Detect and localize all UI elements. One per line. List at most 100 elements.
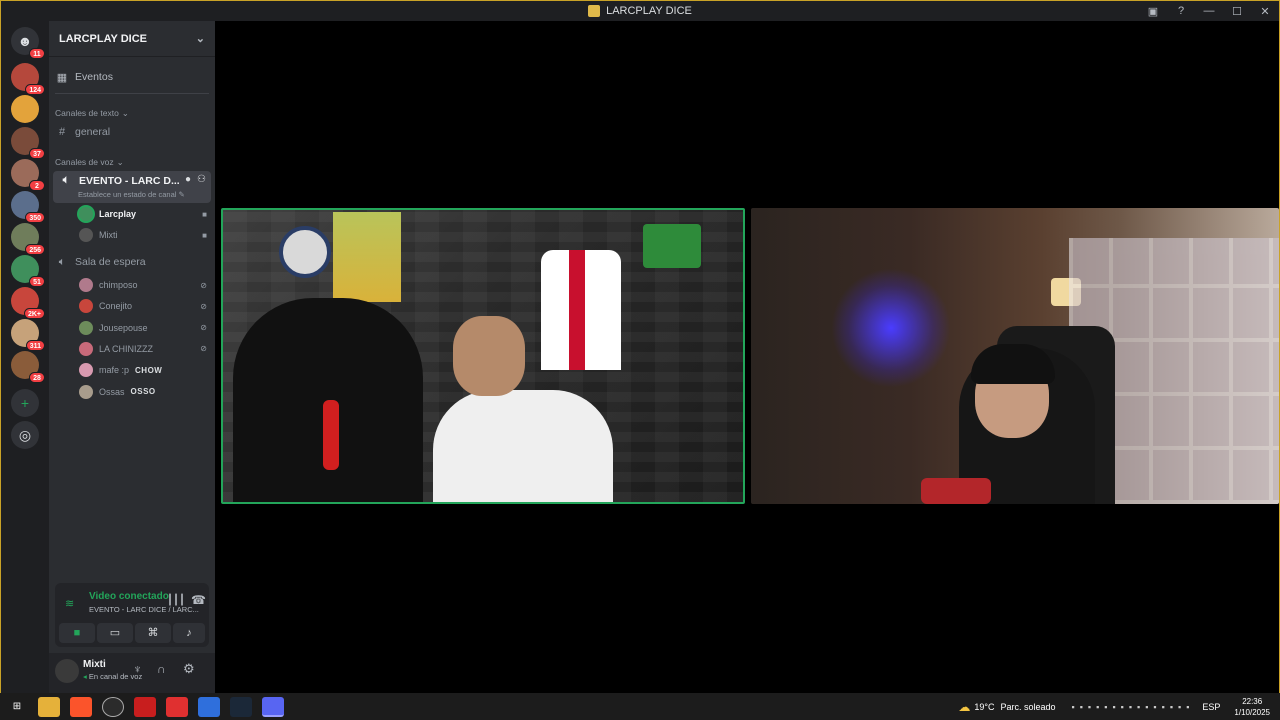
waiting-user[interactable]: Jousepouse ⊘ [79,318,207,338]
events-item[interactable]: ▦ Eventos [55,67,209,87]
person-mixti-hair [971,344,1055,384]
avatar [79,207,93,221]
avatar [79,384,93,399]
voice-user[interactable]: Larcplay ■ [79,204,207,224]
clock[interactable]: 22:36 1/10/2025 [1234,696,1270,718]
add-server-button[interactable]: + [11,389,39,417]
inbox-icon[interactable]: ▣ [1139,5,1167,18]
waiting-user[interactable]: LA CHINIZZZ ⊘ [79,339,207,359]
waiting-user[interactable]: chimposo ⊘ [79,275,207,295]
microphone-icon[interactable]: ♆ [133,662,142,676]
waiting-user-name: chimposo [99,280,138,290]
add-member-icon[interactable]: ⚇ [197,174,206,185]
gamepad-icon: ⌘ [147,627,159,639]
weather-icon[interactable]: ☁ [958,700,970,714]
person-right [433,390,613,502]
windows-start-icon[interactable]: ⊞ [6,697,28,717]
streamlabs-icon[interactable] [166,696,188,717]
channel-name: general [75,126,111,138]
calendar-icon: ▦ [56,71,68,84]
blue-light [831,268,951,388]
app-red-icon[interactable] [134,696,156,717]
file-explorer-icon[interactable] [38,696,60,717]
camera-button[interactable]: ■ [59,623,95,643]
noise-suppression-icon[interactable]: ┃┃┃ [167,595,185,606]
server-icon[interactable]: 37 [11,127,45,159]
mention-badge: 51 [29,276,45,287]
connection-status[interactable]: Video conectado [89,591,169,602]
events-label: Eventos [75,71,113,83]
connection-channel[interactable]: EVENTO - LARC DICE / LARC... [89,605,199,614]
title-bar: LARCPLAY DICE ▣ ? — ☐ ✕ [1,1,1279,21]
avatar [79,278,93,292]
server-icon[interactable]: 2 [11,159,45,191]
steam-icon[interactable] [230,696,252,717]
window-title: LARCPLAY DICE [606,5,692,17]
brave-browser-icon[interactable] [70,696,92,717]
server-icon[interactable] [11,95,39,123]
voice-category-label: Canales de voz [55,157,114,167]
server-icon[interactable]: 311 [11,319,45,351]
muted-mic-icon: ⊘ [200,280,207,290]
mention-badge: 124 [25,84,45,95]
video-tile-mixti[interactable] [751,208,1279,504]
voice-user-name: Larcplay [99,209,137,219]
avatar [79,320,93,335]
waiting-user-name: Jousepouse [99,322,148,333]
waiting-user-name: mafe :p [99,365,130,376]
server-icon[interactable]: 51 [11,255,45,287]
mention-badge: 2 [29,180,45,191]
user-tag: OSSO [130,387,156,396]
discord-app-icon[interactable] [262,696,284,717]
video-camera-icon: ■ [202,230,207,240]
camera-icon: ■ [73,627,81,639]
minimize-button[interactable]: — [1195,5,1223,17]
user-tag: CHOW [135,365,163,375]
video-tile-larcplay[interactable] [221,208,745,504]
screen-share-button[interactable]: ▭ [97,623,133,643]
mention-badge: 350 [25,212,45,223]
channel-general[interactable]: # general [55,122,209,142]
app-blue-icon[interactable] [198,696,220,717]
discover-button[interactable]: ◎ [11,421,39,449]
maximize-button[interactable]: ☐ [1223,5,1251,18]
mention-badge: 2K+ [23,308,45,319]
activities-button[interactable]: ⌘ [135,623,171,643]
help-icon[interactable]: ? [1167,5,1195,17]
user-name[interactable]: Mixti [83,659,106,670]
language-indicator[interactable]: ESP [1202,702,1220,712]
server-icon[interactable]: 256 [11,223,45,255]
avatar [79,363,93,378]
server-icon[interactable]: 28 [11,351,45,383]
obs-icon[interactable] [102,696,124,717]
channel-status-hint[interactable]: Establece un estado de canal [78,190,176,199]
voice-user-name: Mixti [99,230,118,240]
avatar[interactable] [55,659,79,683]
voice-category[interactable]: Canales de voz ⌄ [55,156,209,168]
divider [55,93,209,94]
pencil-icon[interactable]: ✎ [179,190,185,199]
waiting-user[interactable]: Conejito ⊘ [79,296,207,316]
waiting-room-channel[interactable]: 🔈︎ Sala de espera [55,252,209,272]
server-icon[interactable]: 2K+ [11,287,45,319]
headphones-icon[interactable]: ∩ [157,662,166,676]
signal-icon[interactable]: ≋ [65,597,74,610]
chat-icon[interactable]: ● [185,174,191,185]
server-icon[interactable]: 350 [11,191,45,223]
waiting-user[interactable]: Ossas OSSO [79,382,207,402]
close-button[interactable]: ✕ [1251,5,1279,18]
waiting-user[interactable]: mafe :p CHOW [79,360,207,380]
direct-messages-button[interactable]: ☻ 11 [11,27,45,59]
voice-user[interactable]: Mixti ■ [79,225,207,245]
disconnect-icon[interactable]: ☎ [191,593,206,607]
soundboard-button[interactable]: ♪ [173,623,205,643]
weather-temp[interactable]: 19°C [974,702,994,712]
avatar [79,228,93,242]
active-voice-channel[interactable]: 🔈︎ EVENTO - LARC D... ● ⚇ Establece un e… [53,171,211,203]
text-category[interactable]: Canales de texto ⌄ [55,107,209,119]
tray-icons[interactable]: ▪▪▪▪▪▪▪▪▪▪▪▪▪▪▪ [1072,702,1195,712]
guild-header[interactable]: LARCPLAY DICE ⌄ [49,21,215,57]
server-icon[interactable]: 124 [11,63,45,95]
weather-desc[interactable]: Parc. soleado [1000,702,1055,712]
settings-gear-icon[interactable]: ⚙ [183,661,195,677]
